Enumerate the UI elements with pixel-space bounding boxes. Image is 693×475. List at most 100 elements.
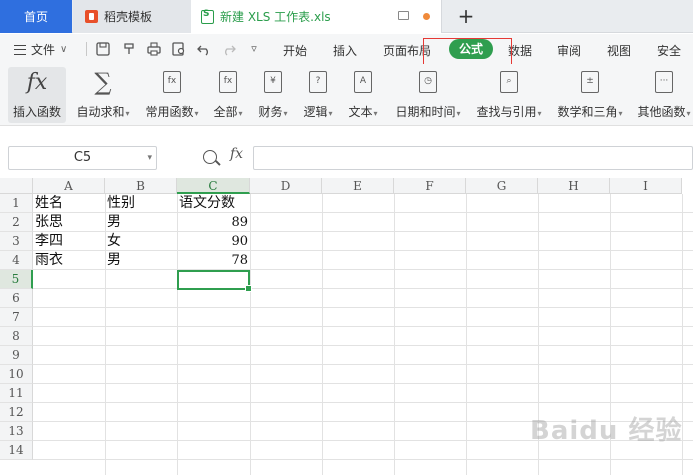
cell-b1[interactable]: 性别	[105, 194, 177, 213]
grid-line	[33, 402, 693, 403]
menu-start[interactable]: 开始	[283, 42, 307, 59]
math-label: 数学和三角	[557, 105, 618, 119]
column-header-a[interactable]: A	[33, 178, 105, 194]
tab-file-label: 新建 XLS 工作表.xls	[220, 10, 331, 24]
grid-line	[33, 459, 693, 460]
row-header-13[interactable]: 13	[0, 422, 33, 441]
column-header-b[interactable]: B	[105, 178, 177, 194]
menu-security[interactable]: 安全	[657, 42, 681, 59]
datetime-button[interactable]: ◷ 日期和时间▾	[392, 67, 464, 123]
cell-a2[interactable]: 张思	[33, 213, 105, 232]
lookup-button[interactable]: ⌕ 查找与引用▾	[473, 67, 545, 123]
print-preview-icon[interactable]	[172, 42, 186, 56]
add-tab-button[interactable]: +	[456, 5, 476, 27]
cell-a3[interactable]: 李四	[33, 232, 105, 251]
grid-line	[322, 194, 323, 475]
common-functions-button[interactable]: fx 常用函数▾	[142, 67, 202, 123]
tab-home-label: 首页	[23, 10, 48, 24]
name-box[interactable]: C5 ▾	[8, 146, 157, 170]
row-header-12[interactable]: 12	[0, 403, 33, 422]
cell-reference: C5	[73, 150, 92, 165]
chevron-down-icon: ▾	[125, 109, 130, 118]
grid-line	[33, 288, 693, 289]
all-functions-label: 全部	[213, 105, 238, 119]
row-header-14[interactable]: 14	[0, 441, 33, 460]
column-header-h[interactable]: H	[538, 178, 610, 194]
cell-b2[interactable]: 男	[105, 213, 177, 232]
spreadsheet-icon	[201, 9, 214, 24]
save-icon[interactable]	[96, 42, 110, 56]
menu-review[interactable]: 审阅	[557, 42, 581, 59]
row-header-4[interactable]: 4	[0, 251, 33, 270]
autosum-label: 自动求和	[76, 105, 125, 119]
fx-icon: fx	[26, 69, 48, 95]
question-icon: ?	[309, 71, 327, 93]
grid-line	[33, 383, 693, 384]
common-functions-label: 常用函数	[145, 105, 194, 119]
text-label: 文本	[348, 105, 373, 119]
row-header-6[interactable]: 6	[0, 289, 33, 308]
autosum-button[interactable]: ∑ 自动求和▾	[74, 67, 132, 123]
all-functions-button[interactable]: fx 全部▾	[210, 67, 246, 123]
cell-c2[interactable]: 89	[177, 213, 250, 232]
active-cell-c5[interactable]	[177, 270, 252, 292]
math-button[interactable]: ± 数学和三角▾	[554, 67, 626, 123]
fx-button[interactable]: fx	[230, 146, 243, 162]
row-header-7[interactable]: 7	[0, 308, 33, 327]
chevron-down-icon: ▾	[328, 109, 333, 118]
datetime-label: 日期和时间	[395, 105, 456, 119]
select-all-corner[interactable]	[0, 178, 33, 194]
menu-insert[interactable]: 插入	[333, 42, 357, 59]
row-header-11[interactable]: 11	[0, 384, 33, 403]
column-header-c[interactable]: C	[177, 178, 250, 194]
file-menu-button[interactable]: 文件 ∨	[14, 41, 67, 58]
column-header-f[interactable]: F	[394, 178, 466, 194]
grid-line	[33, 364, 693, 365]
grid-line	[466, 194, 467, 475]
column-header-g[interactable]: G	[466, 178, 538, 194]
unsaved-dot-icon	[423, 13, 430, 20]
insert-function-label: 插入函数	[12, 105, 61, 119]
column-header-e[interactable]: E	[322, 178, 394, 194]
function-icon: fx	[219, 71, 237, 93]
row-header-5[interactable]: 5	[0, 270, 33, 289]
cell-a1[interactable]: 姓名	[33, 194, 105, 213]
plus-minus-icon: ±	[581, 71, 599, 93]
menu-view[interactable]: 视图	[607, 42, 631, 59]
insert-function-button[interactable]: fx 插入函数	[8, 67, 66, 123]
column-header-i[interactable]: I	[610, 178, 682, 194]
print-icon[interactable]	[147, 42, 161, 56]
hamburger-icon	[14, 44, 26, 55]
cell-c3[interactable]: 90	[177, 232, 250, 251]
row-header-8[interactable]: 8	[0, 327, 33, 346]
more-icon[interactable]: ▿	[247, 42, 261, 56]
cell-a4[interactable]: 雨衣	[33, 251, 105, 270]
formula-input[interactable]	[253, 146, 693, 170]
cell-c1[interactable]: 语文分数	[177, 194, 250, 213]
formula-bar: C5 ▾ fx	[0, 126, 693, 178]
row-header-3[interactable]: 3	[0, 232, 33, 251]
monitor-icon[interactable]	[398, 11, 409, 20]
column-header-d[interactable]: D	[250, 178, 322, 194]
finance-button[interactable]: ¥ 财务▾	[255, 67, 291, 123]
format-painter-icon[interactable]	[122, 42, 136, 56]
tab-home[interactable]: 首页	[0, 0, 72, 33]
text-button[interactable]: A 文本▾	[345, 67, 381, 123]
row-header-9[interactable]: 9	[0, 346, 33, 365]
other-functions-button[interactable]: ··· 其他函数▾	[635, 67, 693, 123]
cell-b4[interactable]: 男	[105, 251, 177, 270]
undo-icon[interactable]	[197, 42, 211, 56]
chevron-down-icon: ▾	[283, 109, 288, 118]
logic-button[interactable]: ? 逻辑▾	[300, 67, 336, 123]
row-header-10[interactable]: 10	[0, 365, 33, 384]
row-header-2[interactable]: 2	[0, 213, 33, 232]
grid-line	[394, 194, 395, 475]
row-header-1[interactable]: 1	[0, 194, 33, 213]
tab-template[interactable]: 稻壳模板	[73, 0, 191, 33]
cell-c4[interactable]: 78	[177, 251, 250, 270]
cell-b3[interactable]: 女	[105, 232, 177, 251]
grid-line	[33, 307, 693, 308]
redo-icon[interactable]	[222, 42, 236, 56]
zoom-icon[interactable]	[203, 150, 217, 164]
clock-icon: ◷	[419, 71, 437, 93]
